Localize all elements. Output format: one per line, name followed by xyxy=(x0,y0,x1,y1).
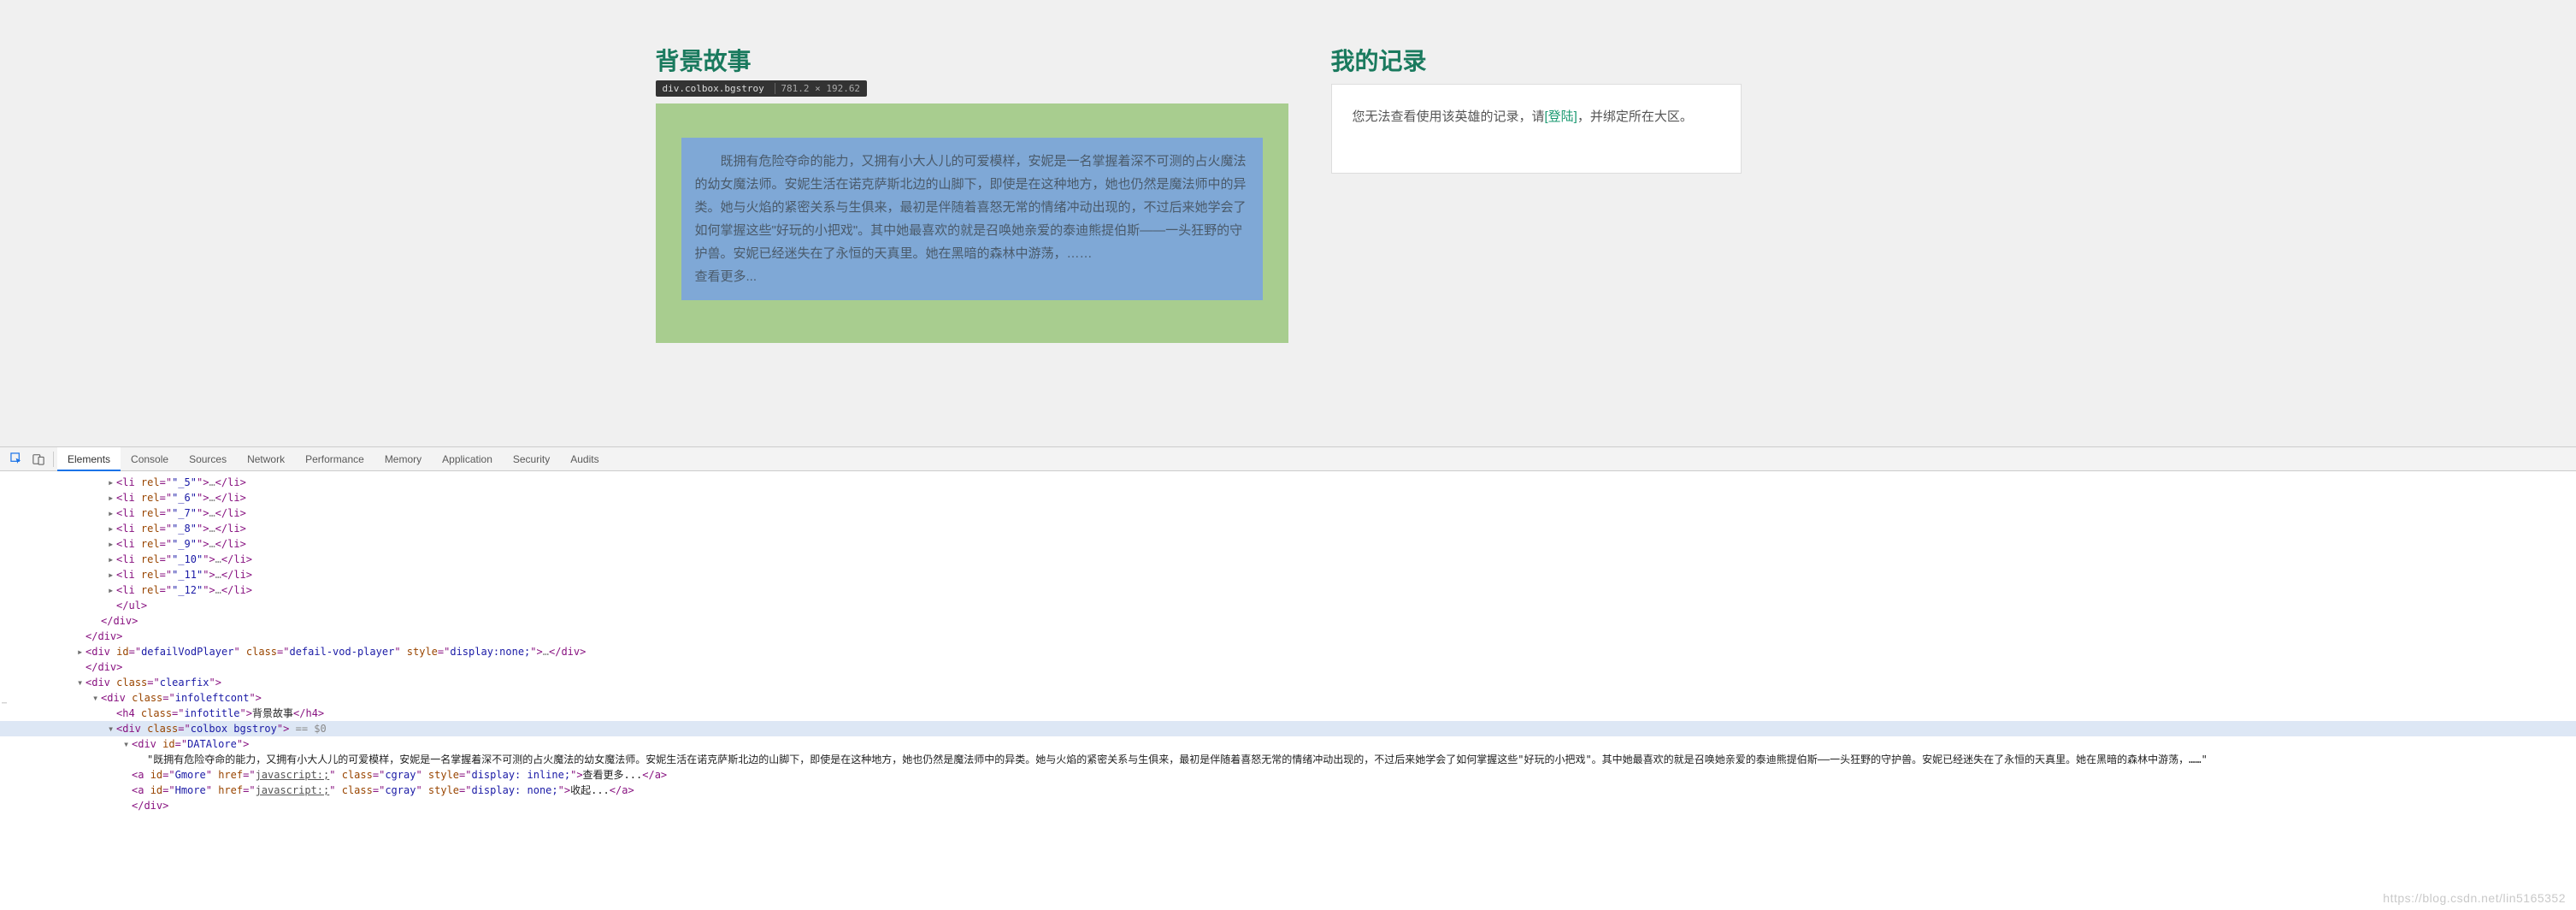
dom-node-line[interactable]: ▾<div class="clearfix"> xyxy=(0,675,2576,690)
dom-node-line[interactable]: <a id="Gmore" href="javascript:;" class=… xyxy=(0,767,2576,783)
inspect-element-icon[interactable] xyxy=(5,448,27,470)
my-record-title: 我的记录 xyxy=(1331,43,1742,77)
elements-tree[interactable]: ▸<li rel=""_5"">…</li>▸<li rel=""_6"">…<… xyxy=(0,471,2576,820)
dom-node-line[interactable]: </ul> xyxy=(0,598,2576,613)
gutter-ellipsis-icon: ⋯ xyxy=(2,697,6,710)
separator xyxy=(53,452,54,467)
expand-arrow-icon[interactable]: ▸ xyxy=(108,552,116,567)
expand-arrow-icon[interactable]: ▾ xyxy=(108,721,116,736)
expand-arrow-icon[interactable]: ▸ xyxy=(108,582,116,598)
bgstory-box: 既拥有危险夺命的能力，又拥有小大人儿的可爱模样，安妮是一名掌握着深不可测的占火魔… xyxy=(656,103,1288,343)
dom-node-line[interactable]: ▸<li rel=""_12"">…</li> xyxy=(0,582,2576,598)
expand-arrow-icon[interactable]: ▾ xyxy=(77,675,85,690)
dom-node-line[interactable]: <h4 class="infotitle">背景故事</h4> xyxy=(0,706,2576,721)
element-inspector-tooltip: div.colbox.bgstroy 781.2 × 192.62 xyxy=(656,80,868,97)
device-toolbar-icon[interactable] xyxy=(27,448,50,470)
expand-arrow-icon[interactable]: ▸ xyxy=(108,536,116,552)
expand-arrow-icon[interactable]: ▾ xyxy=(92,690,101,706)
dom-node-line[interactable]: ▸<li rel=""_5"">…</li> xyxy=(0,475,2576,490)
dom-node-line[interactable]: </div> xyxy=(0,629,2576,644)
dom-text-node[interactable]: "既拥有危险夺命的能力，又拥有小大人儿的可爱模样，安妮是一名掌握着深不可测的占火… xyxy=(0,752,2576,767)
lore-text: 既拥有危险夺命的能力，又拥有小大人儿的可爱模样，安妮是一名掌握着深不可测的占火魔… xyxy=(695,154,1247,261)
page-viewport: 背景故事 div.colbox.bgstroy 781.2 × 192.62 既… xyxy=(0,0,2576,446)
dom-node-line[interactable]: ▾<div id="DATAlore"> xyxy=(0,736,2576,752)
devtools-tabbar: Elements Console Sources Network Perform… xyxy=(0,447,2576,471)
dom-node-line[interactable]: ▾<div class="infoleftcont"> xyxy=(0,690,2576,706)
dom-node-line[interactable]: ▾<div class="colbox bgstroy"> == $0 xyxy=(0,721,2576,736)
dom-node-line[interactable]: </div> xyxy=(0,613,2576,629)
tab-security[interactable]: Security xyxy=(503,447,560,471)
bgstory-column: 背景故事 div.colbox.bgstroy 781.2 × 192.62 既… xyxy=(656,43,1288,343)
expand-arrow-icon[interactable]: ▸ xyxy=(77,644,85,659)
login-link[interactable]: [登陆] xyxy=(1545,109,1577,124)
expand-arrow-icon[interactable]: ▸ xyxy=(108,521,116,536)
expand-arrow-icon[interactable]: ▸ xyxy=(108,475,116,490)
tab-sources[interactable]: Sources xyxy=(179,447,237,471)
tooltip-dimensions: 781.2 × 192.62 xyxy=(775,83,860,94)
tab-performance[interactable]: Performance xyxy=(295,447,374,471)
watermark-text: https://blog.csdn.net/lin5165352 xyxy=(2383,891,2566,905)
dom-node-line[interactable]: </div> xyxy=(0,659,2576,675)
bgstory-title: 背景故事 xyxy=(656,43,1288,77)
dom-node-line[interactable]: </div> xyxy=(0,798,2576,813)
dom-node-line[interactable]: ▸<div id="defailVodPlayer" class="defail… xyxy=(0,644,2576,659)
tab-network[interactable]: Network xyxy=(237,447,295,471)
tab-memory[interactable]: Memory xyxy=(374,447,432,471)
dom-node-line[interactable]: <a id="Hmore" href="javascript:;" class=… xyxy=(0,783,2576,798)
tooltip-selector: div.colbox.bgstroy xyxy=(663,83,764,94)
dom-node-line[interactable]: ▸<li rel=""_9"">…</li> xyxy=(0,536,2576,552)
devtools-panel: Elements Console Sources Network Perform… xyxy=(0,446,2576,820)
see-more-link[interactable]: 查看更多... xyxy=(695,265,757,288)
dom-node-line[interactable]: ▸<li rel=""_6"">…</li> xyxy=(0,490,2576,505)
expand-arrow-icon[interactable]: ▸ xyxy=(108,567,116,582)
tab-application[interactable]: Application xyxy=(432,447,503,471)
record-box: 您无法查看使用该英雄的记录，请[登陆]，并绑定所在大区。 xyxy=(1331,84,1742,174)
tab-elements[interactable]: Elements xyxy=(57,447,121,471)
expand-arrow-icon[interactable]: ▾ xyxy=(123,736,132,752)
my-record-column: 我的记录 您无法查看使用该英雄的记录，请[登陆]，并绑定所在大区。 xyxy=(1331,43,1742,343)
dom-node-line[interactable]: ▸<li rel=""_10"">…</li> xyxy=(0,552,2576,567)
dom-node-line[interactable]: ▸<li rel=""_7"">…</li> xyxy=(0,505,2576,521)
expand-arrow-icon[interactable]: ▸ xyxy=(108,490,116,505)
dom-node-line[interactable]: ▸<li rel=""_8"">…</li> xyxy=(0,521,2576,536)
lore-text-block: 既拥有危险夺命的能力，又拥有小大人儿的可爱模样，安妮是一名掌握着深不可测的占火魔… xyxy=(681,138,1263,300)
record-text: 您无法查看使用该英雄的记录，请[登陆]，并绑定所在大区。 xyxy=(1353,105,1720,130)
tab-console[interactable]: Console xyxy=(121,447,179,471)
expand-arrow-icon[interactable]: ▸ xyxy=(108,505,116,521)
dom-node-line[interactable]: ▸<li rel=""_11"">…</li> xyxy=(0,567,2576,582)
tab-audits[interactable]: Audits xyxy=(560,447,609,471)
